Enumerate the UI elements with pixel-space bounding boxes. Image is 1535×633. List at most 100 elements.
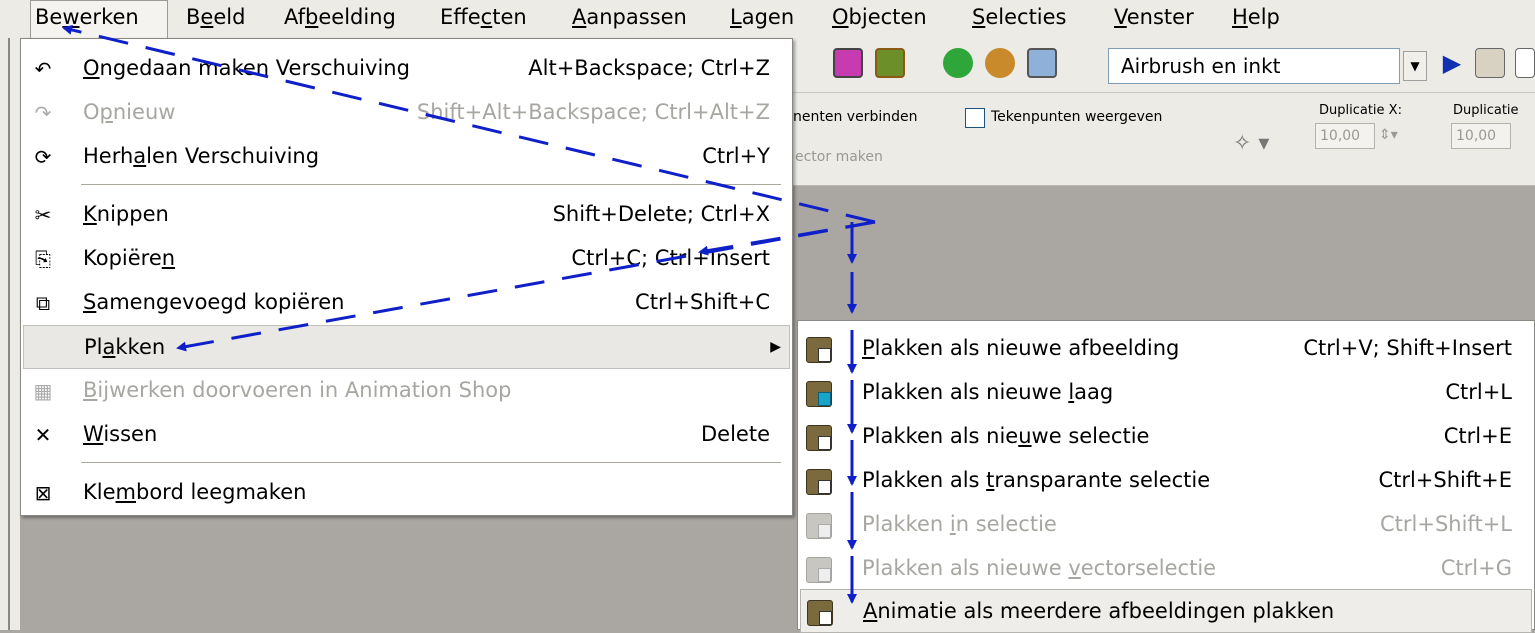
green-face-icon[interactable]	[943, 48, 973, 78]
menu-item-redo[interactable]: ↷ Opnieuw Shift+Alt+Backspace; Ctrl+Alt+…	[21, 91, 792, 135]
show-points-label: Tekenpunten weergeven	[991, 109, 1163, 125]
submenu-item-paste-new-selection[interactable]: Plakken als nieuwe selectie Ctrl+E	[798, 415, 1534, 459]
menu-item-copy-merged[interactable]: ⧉ Samengevoegd kopiëren Ctrl+Shift+C	[21, 281, 792, 325]
dup-x-field[interactable]: 10,00	[1315, 123, 1375, 149]
scissors-icon: ✂	[34, 203, 52, 227]
submenu-item-label: Plakken als transparante selectie	[862, 468, 1211, 492]
submenu-item-paste-vector-selection[interactable]: Plakken als nieuwe vectorselectie Ctrl+G	[798, 547, 1534, 591]
submenu-item-label: Plakken als nieuwe afbeelding	[862, 336, 1180, 360]
menu-item-label: Wissen	[83, 422, 158, 446]
menu-item-label: Herhalen Verschuiving	[83, 144, 320, 168]
menu-item-label: Samengevoegd kopiëren	[83, 290, 345, 314]
menu-item-label: Ongedaan maken Verschuiving	[83, 56, 410, 80]
menu-item-label: Bijwerken doorvoeren in Animation Shop	[83, 378, 512, 402]
paste-icon	[806, 337, 832, 363]
play-icon[interactable]: ▶	[1437, 48, 1467, 78]
paste-animation-icon	[807, 600, 833, 626]
repeat-icon: ⟳	[34, 145, 52, 169]
menu-item-shortcut: Ctrl+C; Ctrl+Insert	[571, 246, 770, 270]
portrait-icon[interactable]	[833, 48, 863, 78]
submenu-item-paste-new-layer[interactable]: Plakken als nieuwe laag Ctrl+L	[798, 371, 1534, 415]
menu-venster[interactable]: Venster	[1110, 0, 1198, 38]
submenu-item-shortcut: Ctrl+Shift+E	[1378, 468, 1512, 492]
submenu-item-paste-into-selection[interactable]: Plakken in selectie Ctrl+Shift+L	[798, 503, 1534, 547]
menu-item-label: Kopiëren	[83, 246, 176, 270]
menu-item-shortcut: Shift+Delete; Ctrl+X	[552, 202, 770, 226]
picture-frame-icon[interactable]	[875, 48, 905, 78]
left-palette-edge	[0, 38, 20, 630]
node-tool-icon[interactable]: ✧ ▾	[1233, 131, 1269, 156]
copy-icon: ⎘	[35, 247, 51, 271]
animation-shop-icon: ▦	[33, 379, 53, 403]
redo-icon: ↷	[34, 101, 52, 125]
submenu-item-paste-animation[interactable]: Animatie als meerdere afbeeldingen plakk…	[800, 589, 1532, 633]
menu-item-repeat[interactable]: ⟳ Herhalen Verschuiving Ctrl+Y	[21, 135, 792, 179]
menu-separator	[81, 184, 781, 185]
menu-item-shortcut: Shift+Alt+Backspace; Ctrl+Alt+Z	[416, 100, 770, 124]
menu-beeld[interactable]: Beeld	[182, 0, 249, 38]
orange-face-icon[interactable]	[985, 48, 1015, 78]
menubar: Bewerken Beeld Afbeelding Effecten Aanpa…	[0, 0, 1535, 38]
menu-objecten[interactable]: Objecten	[828, 0, 931, 38]
script-icon[interactable]	[1475, 48, 1505, 78]
menu-item-clear-clipboard[interactable]: ⊠ Klembord leegmaken	[21, 471, 792, 515]
menu-item-delete[interactable]: ✕ Wissen Delete	[21, 413, 792, 457]
more-icon[interactable]	[1515, 48, 1535, 78]
dup-y-field[interactable]: 10,00	[1451, 123, 1511, 149]
menu-item-paste[interactable]: Plakken ▶	[23, 325, 790, 369]
paste-transparent-icon	[806, 469, 832, 495]
submenu-item-label: Plakken als nieuwe selectie	[862, 424, 1150, 448]
delete-icon: ✕	[34, 423, 52, 447]
submenu-item-shortcut: Ctrl+Shift+L	[1380, 512, 1512, 536]
menu-item-cut[interactable]: ✂ Knippen Shift+Delete; Ctrl+X	[21, 193, 792, 237]
submenu-arrow-icon: ▶	[770, 339, 781, 355]
connect-label: nenten verbinden	[793, 109, 918, 125]
menu-item-label: Klembord leegmaken	[83, 480, 307, 504]
menu-item-label: Plakken	[84, 335, 166, 359]
tool-options-bar: nenten verbinden Tekenpunten weergeven e…	[793, 93, 1535, 186]
vector-label: ector maken	[795, 149, 883, 165]
menu-item-animation-shop[interactable]: ▦ Bijwerken doorvoeren in Animation Shop	[21, 369, 792, 413]
dup-x-spinner[interactable]: ⇕▾	[1379, 127, 1398, 143]
menu-lagen[interactable]: Lagen	[726, 0, 798, 38]
paste-into-selection-icon	[806, 513, 832, 539]
menu-item-copy[interactable]: ⎘ Kopiëren Ctrl+C; Ctrl+Insert	[21, 237, 792, 281]
submenu-item-label: Animatie als meerdere afbeeldingen plakk…	[863, 599, 1335, 623]
toolbar: Airbrush en inkt ▼ ▶	[793, 38, 1535, 93]
submenu-item-shortcut: Ctrl+L	[1445, 380, 1512, 404]
menu-item-label: Opnieuw	[83, 100, 176, 124]
menu-item-shortcut: Ctrl+Shift+C	[635, 290, 770, 314]
menu-afbeelding[interactable]: Afbeelding	[280, 0, 400, 38]
paste-vector-icon	[806, 557, 832, 583]
submenu-item-shortcut: Ctrl+V; Shift+Insert	[1303, 336, 1512, 360]
menu-effecten[interactable]: Effecten	[436, 0, 531, 38]
chevron-down-icon[interactable]: ▼	[1403, 51, 1427, 81]
paste-selection-icon	[806, 425, 832, 451]
menu-help[interactable]: Help	[1228, 0, 1284, 38]
left-divider	[8, 38, 10, 630]
edit-menu: ↶ Ongedaan maken Verschuiving Alt+Backsp…	[20, 38, 793, 516]
copy-merged-icon: ⧉	[35, 291, 51, 315]
menu-separator	[81, 462, 781, 463]
menu-item-shortcut: Delete	[701, 422, 770, 446]
menu-item-label: Knippen	[83, 202, 169, 226]
menu-selecties[interactable]: Selecties	[968, 0, 1071, 38]
landscape-icon[interactable]	[1027, 48, 1057, 78]
paste-layer-icon	[806, 381, 832, 407]
brush-preset-dropdown[interactable]: Airbrush en inkt ▼	[1108, 48, 1427, 84]
submenu-item-label: Plakken als nieuwe laag	[862, 380, 1114, 404]
submenu-item-shortcut: Ctrl+E	[1443, 424, 1512, 448]
menu-item-shortcut: Alt+Backspace; Ctrl+Z	[528, 56, 770, 80]
submenu-item-paste-transparent-selection[interactable]: Plakken als transparante selectie Ctrl+S…	[798, 459, 1534, 503]
dup-y-label: Duplicatie	[1453, 103, 1519, 118]
undo-icon: ↶	[34, 57, 52, 81]
submenu-item-paste-new-image[interactable]: Plakken als nieuwe afbeelding Ctrl+V; Sh…	[798, 327, 1534, 371]
menu-bewerken[interactable]: Bewerken	[30, 0, 168, 38]
menu-item-undo[interactable]: ↶ Ongedaan maken Verschuiving Alt+Backsp…	[21, 47, 792, 91]
dup-x-label: Duplicatie X:	[1319, 103, 1402, 118]
submenu-item-label: Plakken als nieuwe vectorselectie	[862, 556, 1217, 580]
show-points-checkbox[interactable]	[965, 108, 985, 128]
paste-submenu: Plakken als nieuwe afbeelding Ctrl+V; Sh…	[797, 320, 1535, 633]
menu-item-shortcut: Ctrl+Y	[702, 144, 770, 168]
menu-aanpassen[interactable]: Aanpassen	[568, 0, 691, 38]
